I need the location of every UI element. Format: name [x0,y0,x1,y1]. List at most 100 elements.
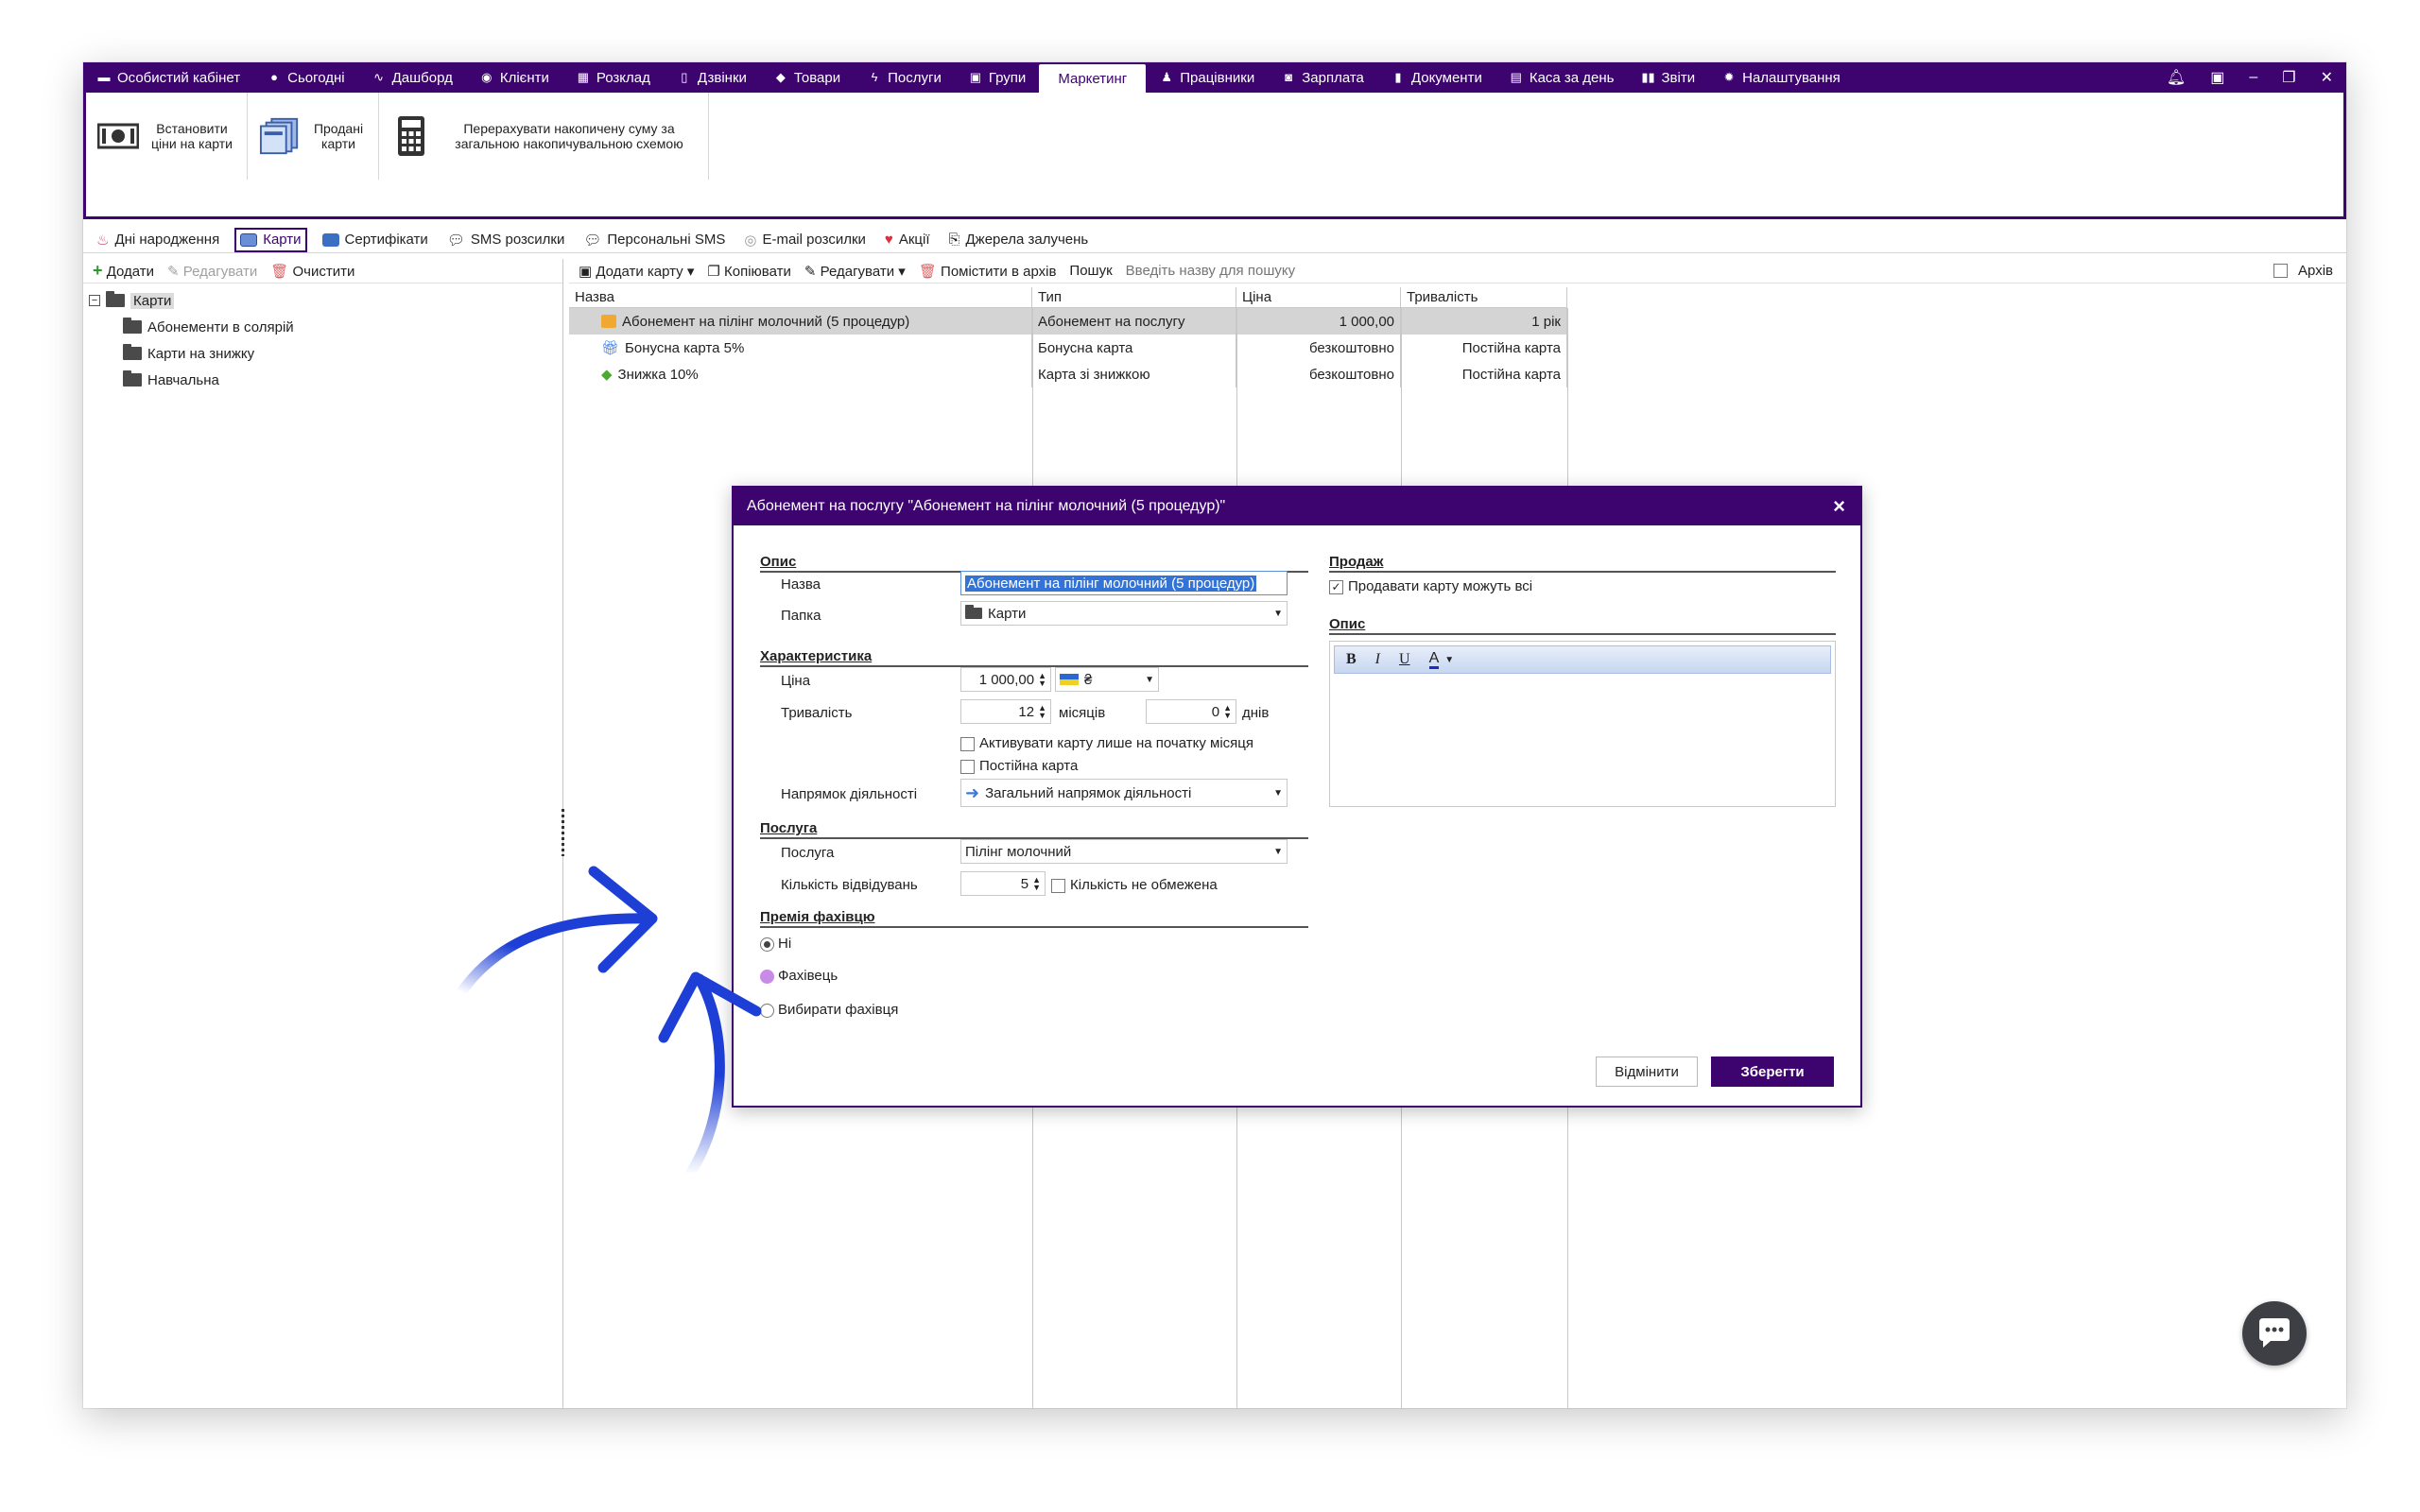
sale-all-checkbox[interactable]: ✓ Продавати карту можуть всі [1329,578,1532,594]
folder-select[interactable]: Карти ▼ [960,601,1288,626]
minimize-icon[interactable]: – [2249,69,2257,86]
tab-services[interactable]: ϟ Послуги [854,62,955,93]
panel-splitter[interactable] [562,809,564,856]
text-color-icon[interactable]: A [1428,650,1440,669]
subnav-birthdays[interactable]: ♨ Дні народження [93,228,223,252]
permanent-checkbox[interactable]: Постійна карта [960,758,1078,774]
subnav-email[interactable]: ◎ E-mail розсилки [740,228,870,252]
sold-cards-button[interactable]: Продані карти [248,93,379,180]
restore-icon[interactable]: ❐ [2282,68,2295,87]
radio-choose-specialist[interactable]: Вибирати фахівця [760,1002,898,1018]
plus-icon: + [93,261,103,280]
tab-today[interactable]: ● Сьогодні [253,62,358,93]
underline-icon[interactable]: U [1399,651,1410,668]
tab-employees[interactable]: ♟ Працівники [1146,62,1268,93]
edit-folder-button[interactable]: ✎ Редагувати [167,263,257,280]
price-input[interactable]: 1 000,00 ▲ ▼ [960,667,1051,692]
bell-icon[interactable]: 🔔︎ [2167,68,2186,87]
add-card-button[interactable]: ▣ Додати карту ▾ [579,263,694,280]
subnav-sources[interactable]: ⎘ Джерела залучень [945,228,1093,252]
radio-no[interactable]: Ні [760,936,791,952]
tab-groups[interactable]: ▣ Групи [955,62,1039,93]
months-input[interactable]: 12 ▲ ▼ [960,699,1051,724]
pulse-icon: ∿ [373,70,385,84]
close-icon[interactable]: ✕ [2321,68,2333,87]
service-select[interactable]: Пілінг молочний ▼ [960,839,1288,864]
dialog-close-button[interactable]: × [1833,494,1860,519]
days-unit: днів [1242,705,1270,721]
chat-bubble-icon: 💬︎ [446,232,465,249]
unlimited-checkbox[interactable]: Кількість не обмежена [1051,877,1218,893]
archive-move-button[interactable]: 🗑︎ Помістити в архів [919,263,1057,280]
copy-button[interactable]: ❐ Копіювати [707,263,790,280]
days-input[interactable]: 0 ▲ ▼ [1146,699,1236,724]
visits-label: Кількість відвідувань [781,877,918,893]
name-input[interactable]: Абонемент на пілінг молочний (5 процедур… [960,571,1288,595]
tab-settings[interactable]: ✹ Налаштування [1708,62,1854,93]
tab-products[interactable]: ◆ Товари [760,62,854,93]
group-icon: ▣ [969,70,981,84]
column-header[interactable]: Тривалість [1401,287,1567,307]
wallet-icon: ▬ [97,70,111,84]
marketing-subnav: ♨ Дні народження Карти Сертифікати 💬︎ SMS … [83,227,2346,253]
spinner-icon[interactable]: ▲ ▼ [1223,704,1232,720]
spinner-icon[interactable]: ▲ ▼ [1032,876,1041,892]
collapse-icon[interactable]: − [89,295,100,306]
radio-specialist[interactable]: Фахівець [760,968,838,984]
search-input[interactable] [1125,260,2204,282]
column-header[interactable]: Ціна [1236,287,1401,307]
activate-start-checkbox[interactable]: Активувати карту лише на початку місяця [960,735,1253,751]
subnav-sms[interactable]: 💬︎ SMS розсилки [443,228,569,252]
heart-icon: ♥ [884,232,893,248]
chat-bubble-icon [2259,1318,2290,1348]
save-button[interactable]: Зберегти [1711,1057,1834,1087]
tree-node-folder[interactable]: Навчальна [123,367,562,393]
description-editor[interactable]: B I U A ▼ [1329,641,1836,807]
archive-checkbox[interactable]: Архів [2273,263,2346,279]
table-row[interactable]: ◆ Знижка 10% Карта зі знижкою безкоштовно… [569,361,1567,387]
tab-calls[interactable]: ▯ Дзвінки [664,62,760,93]
folder-icon [123,318,142,334]
set-prices-button[interactable]: Встановити ціни на карти [86,93,248,180]
tab-clients[interactable]: ◉ Клієнти [466,62,562,93]
visits-input[interactable]: 5 ▲ ▼ [960,871,1046,896]
direction-select[interactable]: ➜ Загальний напрямок діяльності ▼ [960,779,1288,807]
tab-reports[interactable]: ▮▮ Звіти [1628,62,1709,93]
radio-icon [760,969,774,984]
tab-marketing[interactable]: Маркетинг [1039,64,1147,93]
currency-select[interactable]: ₴ ▼ [1055,667,1159,692]
chevron-down-icon: ▼ [1273,846,1283,857]
chat-widget-button[interactable] [2242,1301,2307,1366]
add-folder-button[interactable]: + Додати [93,261,154,281]
tab-cabinet[interactable]: ▬ Особистий кабінет [83,62,253,93]
card-edit-dialog: Абонемент на послугу "Абонемент на пілін… [732,486,1862,1108]
spinner-icon[interactable]: ▲ ▼ [1038,672,1046,688]
subnav-cards[interactable]: Карти [234,227,307,252]
tab-schedule[interactable]: ▦ Розклад [562,62,664,93]
section-description: Опис [760,554,1308,573]
clear-button[interactable]: 🗑︎ Очистити [270,263,354,280]
tree-node-folder[interactable]: Абонементи в солярій [123,314,562,340]
subnav-certificates[interactable]: Сертифікати [319,228,432,252]
tab-documents[interactable]: ▮ Документи [1377,62,1495,93]
spinner-icon[interactable]: ▲ ▼ [1038,704,1046,720]
italic-icon[interactable]: I [1375,651,1380,668]
bold-icon[interactable]: B [1346,651,1357,668]
tab-dashboard[interactable]: ∿ Дашборд [358,62,466,93]
column-header[interactable]: Назва [569,287,1032,307]
tab-cash[interactable]: ▤ Каса за день [1495,62,1628,93]
subnav-promotions[interactable]: ♥ Акції [881,228,934,252]
column-header[interactable]: Тип [1032,287,1236,307]
ukraine-flag-icon [1060,674,1079,685]
table-row[interactable]: 🎁︎ Бонусна карта 5% Бонусна карта безкошт… [569,335,1567,361]
tab-salary[interactable]: ◙ Зарплата [1268,62,1377,93]
subnav-personal-sms[interactable]: 💬︎ Персональні SMS [579,228,729,252]
cancel-button[interactable]: Відмінити [1596,1057,1698,1087]
chevron-down-icon[interactable]: ▼ [1444,655,1454,665]
tree-node-root[interactable]: − Карти [89,287,562,314]
table-row[interactable]: Абонемент на пілінг молочний (5 процедур… [569,308,1567,335]
edit-card-button[interactable]: ✎ Редагувати ▾ [804,263,906,280]
tree-node-folder[interactable]: Карти на знижку [123,340,562,367]
recalc-button[interactable]: Перерахувати накопичену суму за загально… [379,93,709,180]
lock-icon[interactable]: ▣ [2210,68,2224,87]
